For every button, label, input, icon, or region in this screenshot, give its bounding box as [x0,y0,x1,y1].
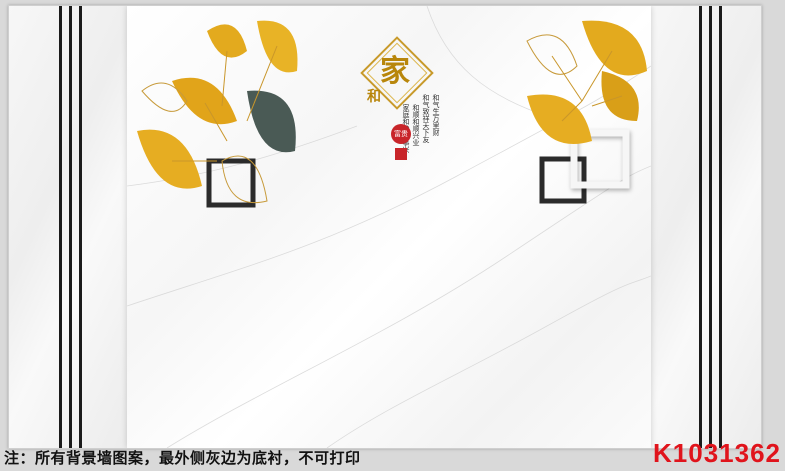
right-line-3 [719,6,722,448]
ginkgo-leaf-outline [526,34,578,75]
poem-line-1: 和气致祥天下友 [422,94,430,143]
ginkgo-leaf [582,20,647,76]
product-code: K1031362 [653,438,781,468]
ginkgo-leaf [137,129,202,189]
emblem-sub-character: 和 [367,89,381,105]
dark-square-frame [206,158,256,208]
center-panel: 家 和 和气致祥天下友 和气生万里财 和顺和顺兴业 家庭和睦万事兴 富贵 [127,6,651,448]
poem-line-2: 和气生万里财 [432,94,440,136]
ginkgo-leaf [172,77,237,125]
right-line-2 [709,6,712,448]
dark-square-frame [539,156,587,204]
ginkgo-leaf-dark [247,90,296,153]
red-seal-round: 富贵 [391,124,411,144]
footer-note: 注：所有背景墙图案，最外侧灰边为底衬，不可打印 [4,449,361,467]
mural-frame: 家 和 和气致祥天下友 和气生万里财 和顺和顺兴业 家庭和睦万事兴 富贵 [8,5,762,449]
left-ginkgo-cluster [137,20,298,208]
emblem-character: 家 [380,54,410,89]
left-line-1 [59,6,62,448]
poem-line-3: 和顺和顺兴业 [412,104,420,146]
ginkgo-leaf [601,71,639,121]
right-line-1 [699,6,702,448]
ginkgo-leaf [527,94,592,144]
right-ginkgo-cluster [526,20,647,204]
left-line-2 [69,6,72,448]
red-seal-square [395,148,407,160]
right-marble-panel [651,6,761,448]
left-marble-panel [9,6,127,448]
left-line-3 [79,6,82,448]
